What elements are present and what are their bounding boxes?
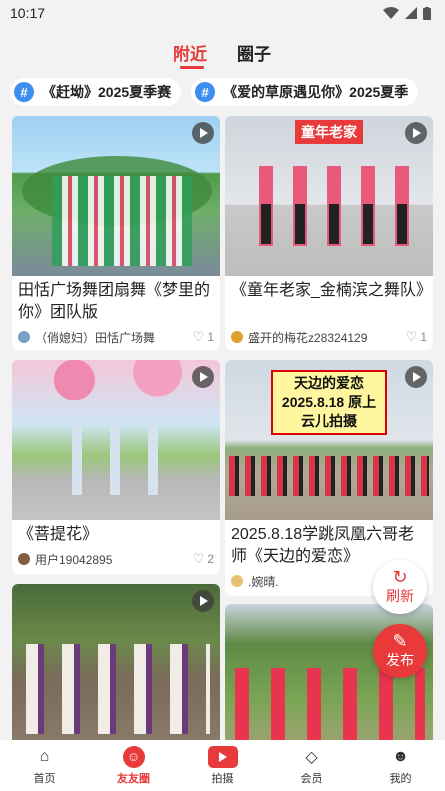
topic-label: 《赶坳》2025夏季赛 [42,84,172,100]
video-thumbnail [12,584,220,744]
heart-icon: ♡ [405,329,418,344]
person-icon: ☻ [392,747,409,765]
video-thumbnail: 天边的爱恋 2025.8.18 原上云儿拍摄 [225,360,433,520]
top-tabs: 附近 圈子 [0,26,445,76]
video-thumbnail [12,360,220,520]
status-icons [383,6,431,20]
pencil-icon: ✎ [392,631,408,651]
post-author: 盛开的梅花z28324129 [248,330,368,345]
play-icon [192,590,214,612]
nav-friends[interactable]: ☺ 友友圈 [89,740,178,791]
post-card[interactable]: 《菩提花》 用户19042895 ♡ 2 [12,360,220,574]
bottom-nav: ⌂ 首页 ☺ 友友圈 拍摄 ◇ 会员 ☻ 我的 [0,740,445,791]
home-icon: ⌂ [39,747,50,765]
nav-label: 会员 [300,772,323,785]
post-card[interactable]: 田恬广场舞团扇舞《梦里的你》团队版 （俏媳妇）田恬广场舞 ♡ 1 [12,116,220,350]
post-title: 田恬广场舞团扇舞《梦里的你》团队版 [18,282,211,321]
status-bar: 10:17 [0,0,445,26]
topic-label: 《爱的草原遇见你》2025夏季 [223,84,409,100]
smile-icon: ☺ [122,745,145,768]
video-thumbnail [12,116,220,276]
topic-chip[interactable]: # 《爱的草原遇见你》2025夏季 [191,78,419,106]
nav-member[interactable]: ◇ 会员 [267,740,356,791]
nav-label: 首页 [33,772,56,785]
nav-label: 友友圈 [117,772,150,785]
signal-icon [405,7,417,19]
play-icon [405,366,427,388]
post-meta: （俏媳妇）田恬广场舞 ♡ 1 [12,326,220,348]
topic-chip[interactable]: # 《赶坳》2025夏季赛 [10,78,182,106]
publish-label: 发布 [386,652,414,668]
post-title: 《童年老家_金楠滨之舞队》 [231,282,432,299]
hashtag-icon: # [14,82,34,102]
tab-nearby[interactable]: 附近 [173,40,207,65]
video-thumbnail: 童年老家 [225,116,433,276]
like-value: 1 [207,330,214,344]
like-value: 2 [207,552,214,566]
post-card[interactable] [12,584,220,744]
play-icon [192,366,214,388]
like-count[interactable]: ♡ 1 [193,329,214,345]
play-icon [192,122,214,144]
publish-button[interactable]: ✎ 发布 [373,624,427,678]
video-camera-icon [207,745,238,768]
topic-strip: # 《赶坳》2025夏季赛 # 《爱的草原遇见你》2025夏季 [0,78,445,108]
active-tab-indicator [180,66,204,69]
wifi-icon [383,7,399,19]
like-value: 1 [420,330,427,344]
nav-shoot[interactable]: 拍摄 [178,740,267,791]
like-count[interactable]: ♡ 2 [193,551,214,567]
avatar [231,575,243,587]
post-title: 《菩提花》 [18,526,99,543]
avatar [18,553,30,565]
post-author: 用户19042895 [35,552,113,567]
avatar [18,331,30,343]
heart-icon: ♡ [192,551,205,566]
stage-sign: 童年老家 [295,120,363,144]
refresh-icon: ↻ [392,567,408,587]
post-meta: 盛开的梅花z28324129 ♡ 1 [225,326,433,348]
refresh-label: 刷新 [386,588,414,604]
diamond-icon: ◇ [305,748,318,766]
avatar [231,331,243,343]
nav-label: 我的 [389,772,412,785]
post-card[interactable]: 童年老家 《童年老家_金楠滨之舞队》 盛开的梅花z28324129 ♡ 1 [225,116,433,350]
heart-icon: ♡ [192,329,205,344]
play-icon [405,122,427,144]
tab-circle[interactable]: 圈子 [237,40,271,65]
video-banner: 天边的爱恋 2025.8.18 原上云儿拍摄 [271,370,387,435]
nav-label: 拍摄 [211,772,234,785]
nav-home[interactable]: ⌂ 首页 [0,740,89,791]
nav-me[interactable]: ☻ 我的 [356,740,445,791]
refresh-button[interactable]: ↻ 刷新 [373,560,427,614]
battery-icon [423,6,431,20]
status-time: 10:17 [10,5,46,21]
post-meta: 用户19042895 ♡ 2 [12,548,220,570]
post-author: （俏媳妇）田恬广场舞 [35,330,156,345]
like-count[interactable]: ♡ 1 [406,329,427,345]
hashtag-icon: # [195,82,216,102]
